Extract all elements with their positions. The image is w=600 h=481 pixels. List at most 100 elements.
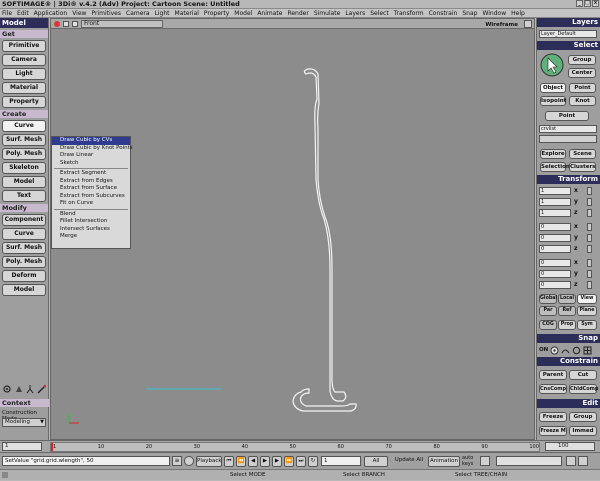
global-button[interactable]: Global — [539, 294, 557, 304]
maximize-button[interactable]: □ — [584, 0, 591, 7]
key-slider[interactable] — [496, 456, 562, 466]
wand-tool-icon[interactable] — [37, 384, 47, 394]
prop-button[interactable]: Prop — [558, 320, 576, 330]
viewport-menu-icon[interactable] — [72, 21, 78, 27]
scale-z-field[interactable]: 1 — [539, 209, 571, 217]
first-frame-button[interactable]: ⏮ — [224, 456, 234, 467]
menu-view[interactable]: View — [72, 9, 86, 17]
get-primitive-button[interactable]: Primitive — [2, 40, 46, 52]
menu-draw-cubic-by-cvs[interactable]: Draw Cubic by CVs — [52, 137, 130, 145]
menu-file[interactable]: File — [2, 9, 12, 17]
timeline-end-field[interactable]: 100 — [545, 442, 595, 451]
menu-draw-cubic-by-knot-points[interactable]: Draw Cubic by Knot Points — [52, 145, 133, 153]
refresh-icon[interactable] — [184, 456, 194, 466]
local-button[interactable]: Local — [558, 294, 576, 304]
update-all-button[interactable]: Update All — [392, 456, 426, 467]
menu-extract-from-edges[interactable]: Extract from Edges — [52, 178, 130, 186]
menu-window[interactable]: Window — [482, 9, 506, 17]
create-skeleton-button[interactable]: Skeleton — [2, 162, 46, 174]
snap-grid-icon[interactable] — [583, 346, 592, 355]
gear-tool-icon[interactable] — [2, 384, 12, 394]
bottle-curve[interactable] — [303, 68, 347, 402]
modify-poly-mesh-button[interactable]: Poly. Mesh — [2, 256, 46, 268]
timeline-start-field[interactable]: 1 — [2, 442, 42, 451]
scale-x-spinner[interactable] — [587, 187, 592, 195]
menu-select[interactable]: Select — [370, 9, 389, 17]
par-button[interactable]: Par — [539, 306, 557, 316]
get-material-button[interactable]: Material — [2, 82, 46, 94]
script-editor-icon[interactable]: ≡ — [172, 456, 182, 466]
rotate-y-field[interactable]: 0 — [539, 234, 571, 242]
translate-x-field[interactable]: 0 — [539, 259, 571, 267]
get-camera-button[interactable]: Camera — [2, 54, 46, 66]
menu-render[interactable]: Render — [287, 9, 308, 17]
group-edit-button[interactable]: Group — [569, 412, 597, 422]
immed-button[interactable]: Immed — [569, 426, 597, 436]
next-frame-button[interactable]: ▶ — [272, 456, 282, 467]
view-button[interactable]: View — [577, 294, 597, 304]
ref-button[interactable]: Ref — [558, 306, 576, 316]
translate-z-spinner[interactable] — [587, 281, 592, 289]
menu-intersect-surfaces[interactable]: Intersect Surfaces — [52, 226, 130, 234]
menu-fillet-intersection[interactable]: Fillet Intersection — [52, 218, 130, 226]
create-model-button[interactable]: Model — [2, 176, 46, 188]
key-lock-icon[interactable] — [578, 456, 588, 466]
scale-y-spinner[interactable] — [587, 198, 592, 206]
cut-button[interactable]: Cut — [569, 370, 597, 380]
selection-button[interactable]: Selection — [540, 162, 570, 172]
timeline[interactable]: 1 1 10 20 30 40 50 60 70 80 90 100 100 — [0, 440, 600, 452]
menu-camera[interactable]: Camera — [126, 9, 150, 17]
loop-button[interactable]: ↻ — [308, 456, 318, 467]
create-surf-mesh-button[interactable]: Surf. Mesh — [2, 134, 46, 146]
bottle-base-curve[interactable] — [292, 388, 357, 412]
menu-snap[interactable]: Snap — [462, 9, 477, 17]
sym-button[interactable]: Sym — [577, 320, 597, 330]
viewport-lock-icon[interactable] — [63, 21, 69, 27]
menu-sketch[interactable]: Sketch — [52, 160, 130, 168]
explore-button[interactable]: Explore — [540, 149, 566, 159]
minimize-button[interactable]: _ — [576, 0, 583, 7]
menu-property[interactable]: Property — [204, 9, 229, 17]
snap-surface-icon[interactable] — [572, 346, 581, 355]
camera-select[interactable]: Front — [81, 20, 163, 28]
cog-button[interactable]: COG — [539, 320, 557, 330]
menu-layers[interactable]: Layers — [345, 9, 365, 17]
animation-button[interactable]: Animation — [428, 456, 460, 467]
skeleton-tool-icon[interactable] — [25, 384, 35, 394]
menu-extract-from-subcurves[interactable]: Extract from Subcurves — [52, 193, 130, 201]
clusters-button[interactable]: Clusters — [569, 162, 596, 172]
current-frame-field[interactable]: 1 — [321, 456, 361, 466]
all-button[interactable]: All — [364, 456, 388, 467]
translate-y-spinner[interactable] — [587, 270, 592, 278]
cnscomp-button[interactable]: CnsComp — [539, 384, 567, 394]
modify-model-button[interactable]: Model — [2, 284, 46, 296]
next-key-button[interactable]: ⏩ — [284, 456, 294, 467]
rotate-z-spinner[interactable] — [587, 245, 592, 253]
create-curve-button[interactable]: Curve — [2, 120, 46, 132]
modify-component-button[interactable]: Component — [2, 214, 46, 226]
modify-deform-button[interactable]: Deform — [2, 270, 46, 282]
script-command-field[interactable]: SetValue "grid.grid.wlength", 50 — [2, 456, 170, 466]
menu-animate[interactable]: Animate — [257, 9, 282, 17]
chldcomp-button[interactable]: ChldComp — [569, 384, 598, 394]
snap-point-icon[interactable] — [550, 346, 559, 355]
rotate-x-field[interactable]: 0 — [539, 223, 571, 231]
menu-extract-from-surface[interactable]: Extract from Surface — [52, 185, 130, 193]
menu-extract-segment[interactable]: Extract Segment — [52, 170, 130, 178]
menu-simulate[interactable]: Simulate — [314, 9, 341, 17]
menu-model[interactable]: Model — [234, 9, 252, 17]
menu-fit-on-curve[interactable]: Fit on Curve — [52, 200, 130, 208]
modify-surf-mesh-button[interactable]: Surf. Mesh — [2, 242, 46, 254]
close-button[interactable]: x — [592, 0, 599, 7]
point-mode-button[interactable]: Point — [545, 111, 589, 121]
snap-curve-icon[interactable] — [561, 346, 570, 355]
create-poly-mesh-button[interactable]: Poly. Mesh — [2, 148, 46, 160]
group-button[interactable]: Group — [568, 55, 596, 65]
rotate-z-field[interactable]: 0 — [539, 245, 571, 253]
modify-curve-button[interactable]: Curve — [2, 228, 46, 240]
playback-button[interactable]: Playback — [196, 456, 222, 467]
scale-y-field[interactable]: 1 — [539, 198, 571, 206]
freeze-button[interactable]: Freeze — [539, 412, 567, 422]
menu-constrain[interactable]: Constrain — [429, 9, 458, 17]
snap-on-label[interactable]: ON — [539, 347, 548, 353]
